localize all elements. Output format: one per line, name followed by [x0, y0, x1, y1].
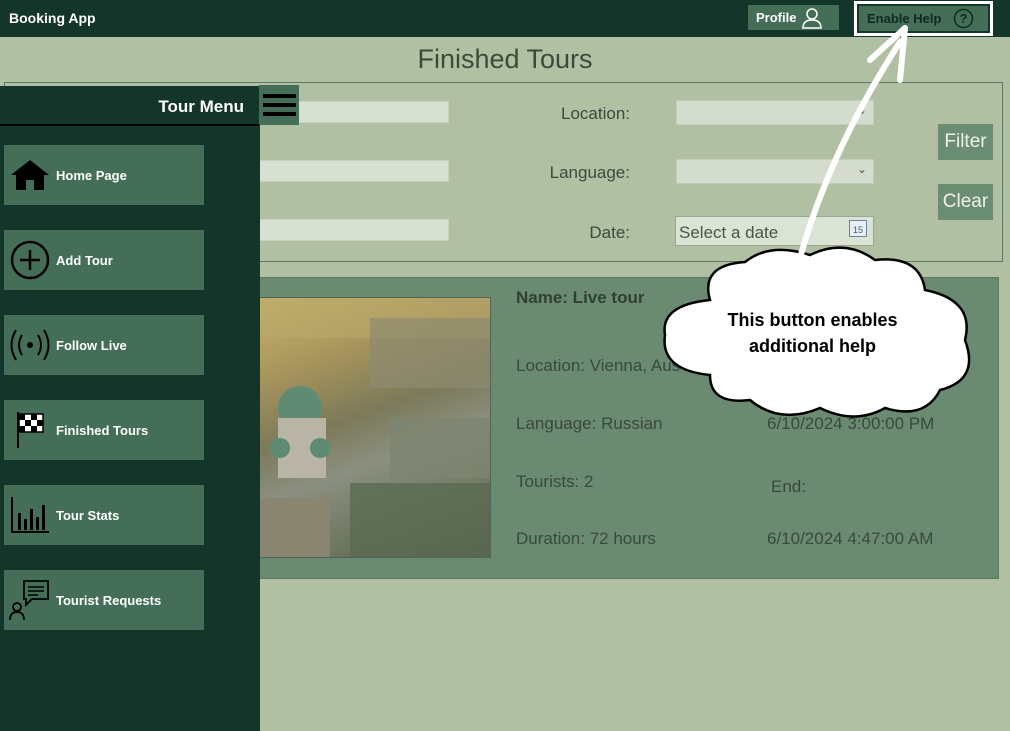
help-callout-text: This button enables additional help — [727, 310, 898, 357]
help-arrow — [797, 25, 908, 261]
